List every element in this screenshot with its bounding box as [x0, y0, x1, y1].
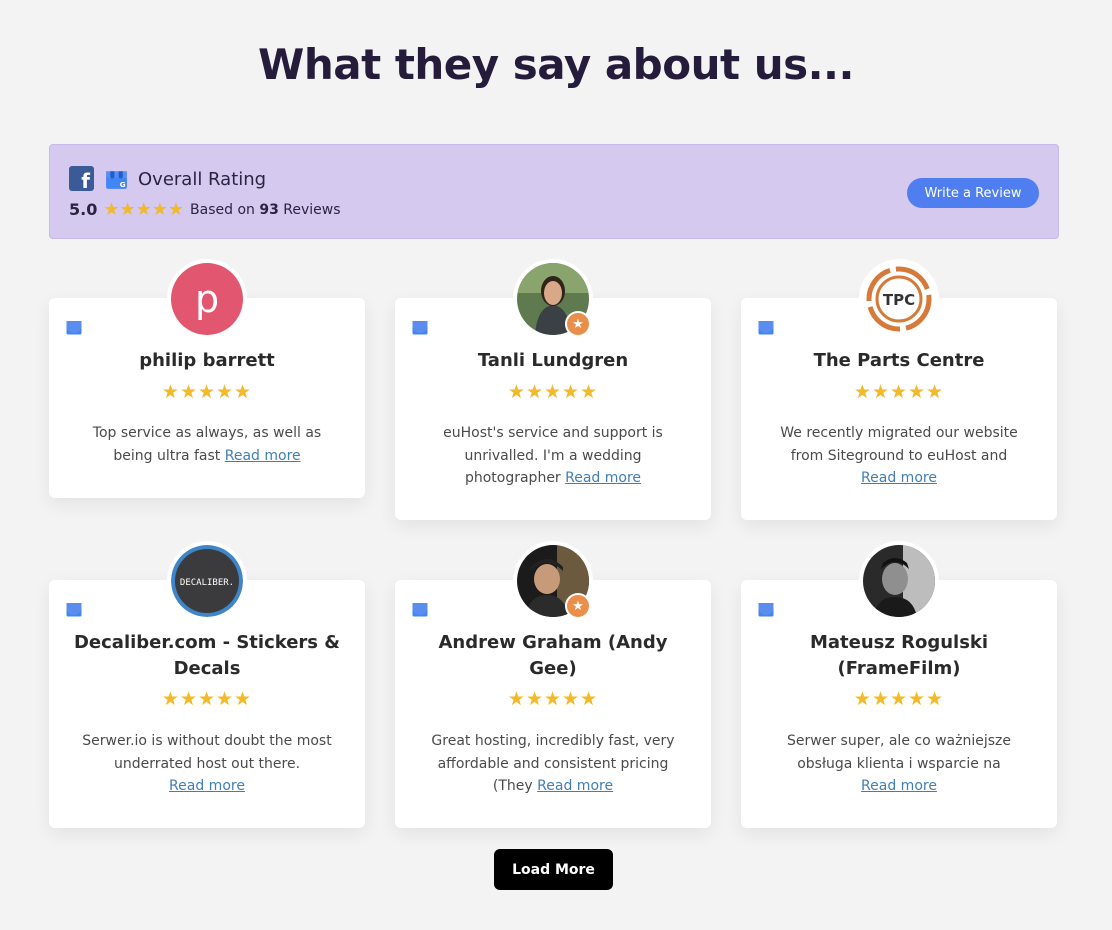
- tpc-logo-icon: TPC: [863, 263, 935, 335]
- review-stars: ★★★★★: [507, 688, 599, 710]
- page-title: What they say about us...: [258, 40, 854, 89]
- google-my-business-icon: [66, 321, 82, 335]
- review-text: Serwer.io is without doubt the most unde…: [77, 730, 337, 798]
- google-my-business-icon: [758, 603, 774, 617]
- overall-rating-panel: f G Overall Rating 5.0 ★★★★★ Based on 93…: [49, 144, 1059, 239]
- review-card: TPC The Parts Centre ★★★★★ We recently m…: [741, 259, 1057, 520]
- google-my-business-icon: [758, 321, 774, 335]
- based-on-label: Based on: [190, 201, 255, 218]
- svg-text:DECALIBER.: DECALIBER.: [180, 578, 234, 588]
- review-stars: ★★★★★: [161, 381, 253, 403]
- avatar: ★: [513, 541, 593, 621]
- read-more-link[interactable]: Read more: [861, 778, 937, 794]
- decaliber-logo-icon: DECALIBER.: [171, 545, 243, 617]
- reviews-word: Reviews: [283, 201, 341, 218]
- reviewer-name: Andrew Graham (Andy Gee): [438, 632, 668, 679]
- facebook-icon: f: [69, 166, 94, 191]
- avatar: p: [167, 259, 247, 339]
- review-text: Great hosting, incredibly fast, very aff…: [423, 730, 683, 798]
- read-more-link[interactable]: Read more: [861, 470, 937, 486]
- google-my-business-icon: [412, 321, 428, 335]
- review-card: p philip barrett ★★★★★ Top service as al…: [49, 259, 365, 498]
- reviewer-name: philip barrett: [139, 350, 275, 371]
- google-my-business-icon: [412, 603, 428, 617]
- reviewer-name: Decaliber.com - Stickers & Decals: [73, 632, 340, 679]
- review-text: We recently migrated our website from Si…: [769, 422, 1029, 490]
- svg-text:TPC: TPC: [883, 291, 915, 309]
- review-body: We recently migrated our website from Si…: [780, 425, 1018, 464]
- rating-summary: 5.0 ★★★★★ Based on 93 Reviews: [69, 199, 341, 220]
- overall-rating-label: Overall Rating: [138, 169, 267, 190]
- review-stars: ★★★★★: [161, 688, 253, 710]
- svg-text:G: G: [120, 180, 126, 189]
- read-more-link[interactable]: Read more: [537, 778, 613, 794]
- avatar: TPC: [859, 259, 939, 339]
- read-more-link[interactable]: Read more: [169, 778, 245, 794]
- reviewer-name: The Parts Centre: [813, 350, 985, 371]
- review-stars: ★★★★★: [507, 381, 599, 403]
- avatar: [859, 541, 939, 621]
- load-more-button[interactable]: Load More: [494, 849, 613, 890]
- review-stars: ★★★★★: [853, 381, 945, 403]
- rating-score: 5.0: [69, 200, 98, 219]
- avatar-letter: p: [171, 263, 243, 335]
- avatar-photo: [863, 545, 935, 617]
- review-card: ★ Tanli Lundgren ★★★★★ euHost's service …: [395, 259, 711, 520]
- review-text: Serwer super, ale co ważniejsze obsługa …: [769, 730, 1029, 798]
- avatar: DECALIBER.: [167, 541, 247, 621]
- review-text: euHost's service and support is unrivall…: [423, 422, 683, 490]
- read-more-link[interactable]: Read more: [225, 448, 301, 464]
- avatar: ★: [513, 259, 593, 339]
- reviewer-name: Mateusz Rogulski (FrameFilm): [809, 632, 989, 679]
- review-count: 93: [259, 201, 279, 218]
- review-card: Mateusz Rogulski (FrameFilm) ★★★★★ Serwe…: [741, 541, 1057, 828]
- review-stars: ★★★★★: [853, 688, 945, 710]
- local-guide-badge-icon: ★: [565, 311, 591, 337]
- review-body: Serwer.io is without doubt the most unde…: [82, 733, 332, 772]
- google-my-business-icon: G: [106, 171, 127, 189]
- review-card: ★ Andrew Graham (Andy Gee) ★★★★★ Great h…: [395, 541, 711, 828]
- google-my-business-icon: [66, 603, 82, 617]
- reviewer-name: Tanli Lundgren: [477, 350, 629, 371]
- local-guide-badge-icon: ★: [565, 593, 591, 619]
- review-card: DECALIBER. Decaliber.com - Stickers & De…: [49, 541, 365, 828]
- rating-stars: ★★★★★: [103, 199, 185, 220]
- write-review-button[interactable]: Write a Review: [907, 178, 1039, 208]
- read-more-link[interactable]: Read more: [565, 470, 641, 486]
- review-body: Serwer super, ale co ważniejsze obsługa …: [787, 733, 1011, 772]
- review-text: Top service as always, as well as being …: [77, 422, 337, 467]
